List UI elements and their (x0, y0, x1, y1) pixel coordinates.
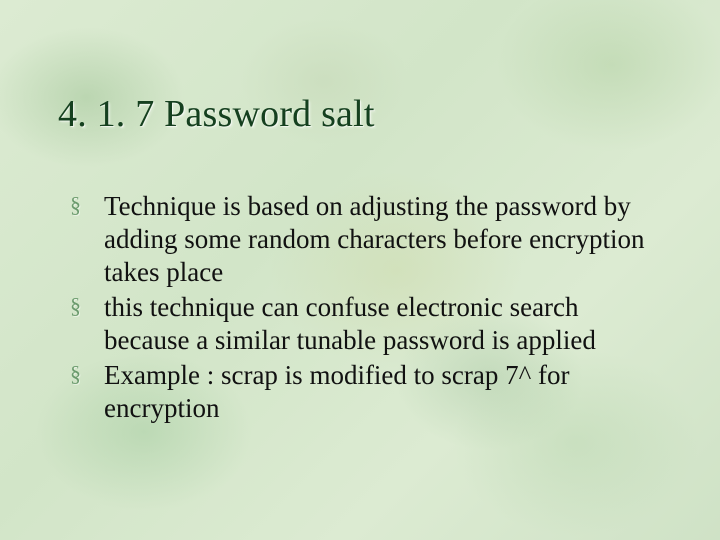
bullet-list: § Technique is based on adjusting the pa… (70, 190, 670, 425)
bullet-text: Technique is based on adjusting the pass… (104, 191, 645, 287)
bullet-text: Example : scrap is modified to scrap 7^ … (104, 360, 570, 423)
slide-body: § Technique is based on adjusting the pa… (70, 190, 670, 427)
list-item: § Technique is based on adjusting the pa… (70, 190, 670, 289)
slide: 4. 1. 7 Password salt § Technique is bas… (0, 0, 720, 540)
section-sign-icon: § (70, 361, 81, 388)
list-item: § this technique can confuse electronic … (70, 291, 670, 357)
slide-title: 4. 1. 7 Password salt (58, 92, 375, 136)
list-item: § Example : scrap is modified to scrap 7… (70, 359, 670, 425)
section-sign-icon: § (70, 192, 81, 219)
bullet-text: this technique can confuse electronic se… (104, 292, 596, 355)
section-sign-icon: § (70, 293, 81, 320)
